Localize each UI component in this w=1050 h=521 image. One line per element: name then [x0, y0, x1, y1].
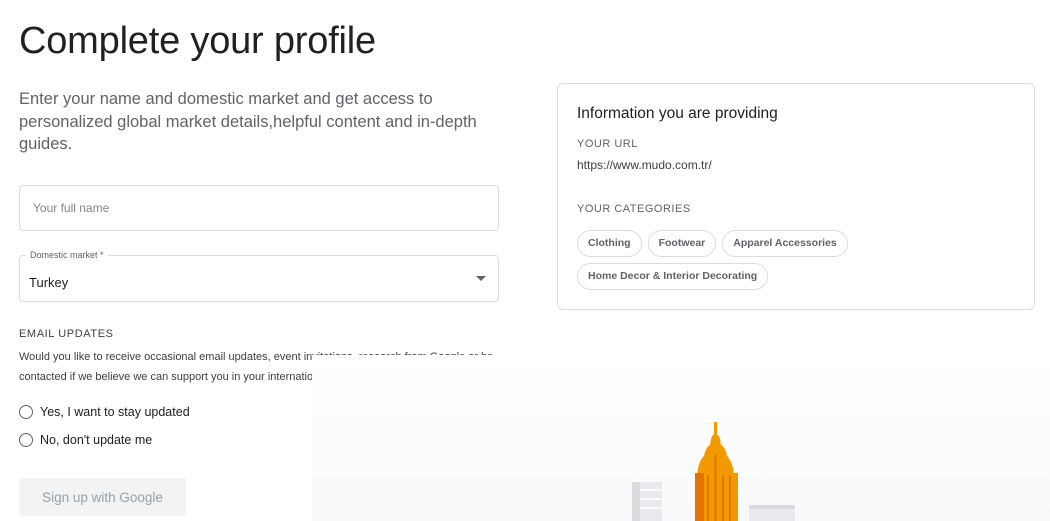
radio-option-no[interactable]: No, don't update me	[19, 433, 152, 447]
radio-button-yes[interactable]	[19, 405, 33, 419]
category-chips: Clothing Footwear Apparel Accessories Ho…	[577, 230, 1017, 290]
radio-button-no[interactable]	[19, 433, 33, 447]
info-card-title: Information you are providing	[577, 105, 778, 122]
domestic-market-select[interactable]: Domestic market * Turkey	[19, 250, 499, 302]
domestic-market-value: Turkey	[29, 275, 69, 290]
dropdown-arrow-icon[interactable]	[476, 276, 486, 281]
page-title: Complete your profile	[19, 20, 376, 62]
info-summary-card: Information you are providing YOUR URL h…	[557, 83, 1035, 310]
category-chip: Clothing	[577, 230, 642, 257]
full-name-input[interactable]	[20, 186, 486, 230]
categories-heading: YOUR CATEGORIES	[577, 203, 691, 215]
full-name-field[interactable]	[19, 185, 499, 231]
email-updates-heading: EMAIL UPDATES	[19, 328, 114, 340]
domestic-market-label: Domestic market *	[26, 250, 108, 260]
intro-text: Enter your name and domestic market and …	[19, 90, 477, 153]
category-chip: Footwear	[647, 230, 717, 257]
url-value: https://www.mudo.com.tr/	[577, 158, 712, 172]
category-chip: Apparel Accessories	[722, 230, 848, 257]
url-heading: YOUR URL	[577, 138, 638, 150]
grey-building-right	[749, 505, 795, 521]
radio-option-yes[interactable]: Yes, I want to stay updated	[19, 405, 190, 419]
category-chip: Home Decor & Interior Decorating	[577, 263, 769, 290]
illustration-background	[312, 355, 1050, 521]
sign-up-with-google-button[interactable]: Sign up with Google	[19, 478, 186, 516]
grey-building-left	[632, 482, 662, 521]
skyline-illustration	[312, 355, 1050, 521]
radio-label-yes: Yes, I want to stay updated	[40, 405, 190, 419]
radio-label-no: No, don't update me	[40, 433, 153, 447]
